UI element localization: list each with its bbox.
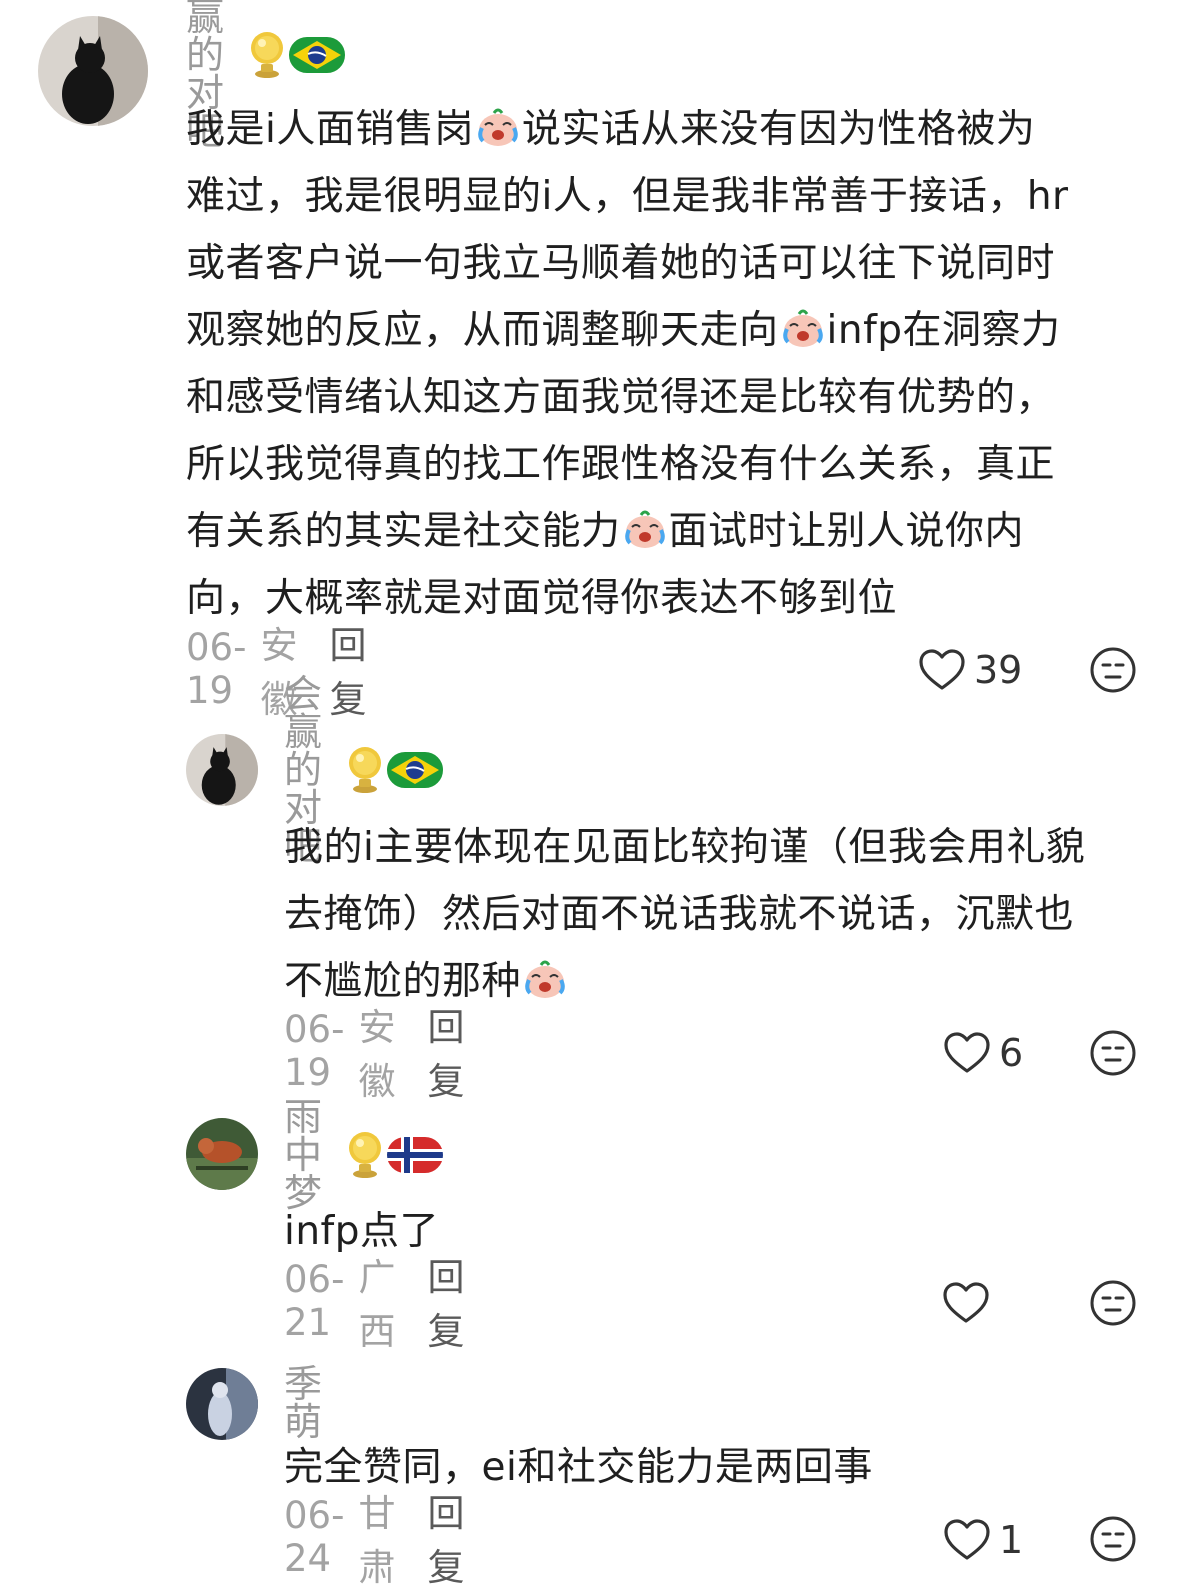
crying-laughing-emoji-icon: [623, 510, 667, 550]
comment-region: 安徽: [358, 1006, 396, 1103]
like-button[interactable]: 6: [943, 1030, 1023, 1076]
heart-outline-icon: [942, 1281, 990, 1325]
dislike-button[interactable]: [1089, 1515, 1137, 1563]
comment-region: 广西: [358, 1256, 396, 1353]
avatar[interactable]: [186, 1368, 258, 1440]
comment-text: infp点了: [284, 1209, 440, 1254]
avatar[interactable]: [186, 734, 258, 806]
comment-region: 甘肃: [358, 1492, 396, 1589]
dislike-button[interactable]: [1089, 1029, 1137, 1077]
comment-date: 06-19: [284, 1008, 345, 1094]
avatar[interactable]: [186, 1118, 258, 1190]
neutral-face-icon: [1089, 646, 1137, 694]
reply-button[interactable]: 回复: [329, 615, 366, 723]
heart-outline-icon: [943, 1518, 991, 1562]
crying-laughing-emoji-icon: [781, 309, 825, 349]
trophy-icon: [345, 745, 385, 795]
like-button[interactable]: 39: [918, 647, 1022, 693]
neutral-face-icon: [1089, 1029, 1137, 1077]
dislike-button[interactable]: [1089, 1279, 1137, 1327]
brazil-flag-icon: [385, 750, 445, 790]
crying-laughing-emoji-icon: [523, 960, 567, 1000]
trophy-icon: [345, 1130, 385, 1180]
comment-date: 06-21: [284, 1258, 345, 1344]
like-count: 1: [999, 1518, 1024, 1562]
trophy-icon: [247, 30, 287, 80]
neutral-face-icon: [1089, 1279, 1137, 1327]
norway-flag-icon: [385, 1135, 445, 1175]
reply-button[interactable]: 回复: [427, 1483, 464, 1591]
like-button[interactable]: 1: [943, 1517, 1023, 1563]
comment-text: 完全赞同，ei和社交能力是两回事: [284, 1445, 873, 1490]
username[interactable]: 季萌: [284, 1365, 323, 1441]
reply-button[interactable]: 回复: [427, 1247, 464, 1355]
brazil-flag-icon: [287, 35, 347, 75]
neutral-face-icon: [1089, 1515, 1137, 1563]
username[interactable]: 雨中梦: [284, 1098, 323, 1212]
comment-text: 我是i人面销售岗 说实话从来没有因为性格被为 难过，我是很明显的i人，但是我非常善…: [186, 107, 1069, 621]
heart-outline-icon: [918, 648, 966, 692]
avatar[interactable]: [38, 16, 148, 126]
heart-outline-icon: [943, 1031, 991, 1075]
comment-date: 06-19: [186, 626, 247, 712]
like-count: 39: [974, 648, 1023, 692]
like-count: 6: [999, 1031, 1024, 1075]
dislike-button[interactable]: [1089, 646, 1137, 694]
crying-laughing-emoji-icon: [476, 108, 520, 148]
comment-date: 06-24: [284, 1494, 345, 1580]
reply-button[interactable]: 回复: [427, 997, 464, 1105]
like-button[interactable]: [942, 1280, 998, 1326]
comment-text: 我的i主要体现在见面比较拘谨（但我会用礼貌 去掩饰）然后对面不说话我就不说话，沉…: [284, 825, 1086, 1004]
